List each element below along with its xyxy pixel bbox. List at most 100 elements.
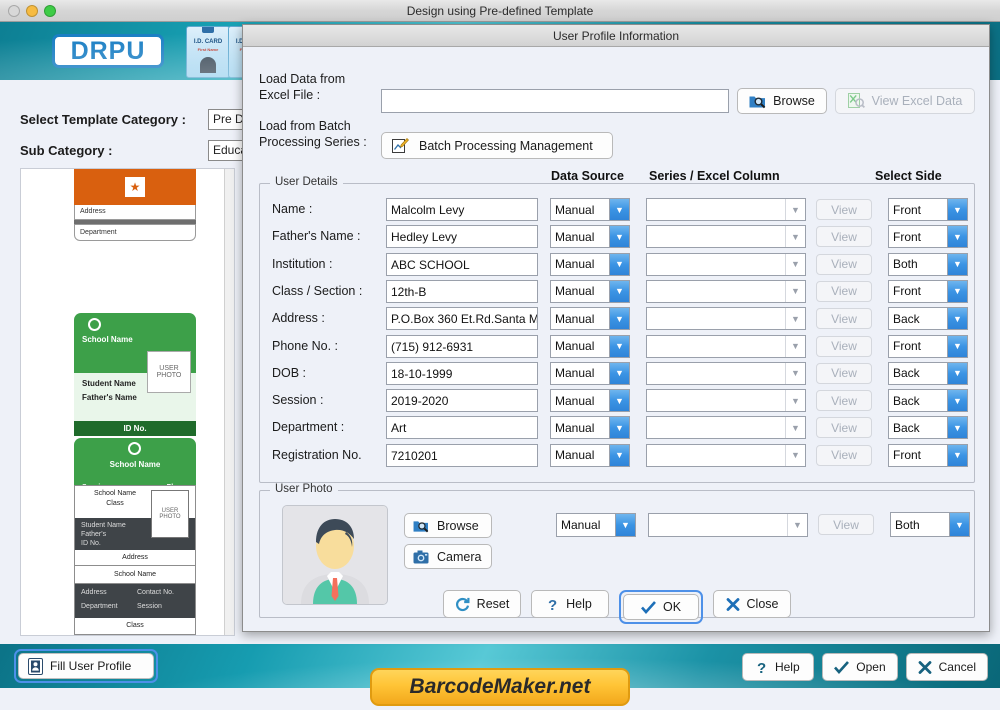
- svg-text:?: ?: [548, 597, 557, 612]
- view-button-6[interactable]: View: [816, 362, 872, 384]
- reset-button[interactable]: Reset: [443, 590, 521, 618]
- data-source-select-8[interactable]: Manual ▼: [550, 416, 630, 440]
- fill-user-profile-button[interactable]: Fill User Profile: [18, 653, 154, 679]
- browse-folder-search-icon: [413, 519, 429, 533]
- view-button-9[interactable]: View: [816, 444, 872, 466]
- template-list-scrollbar[interactable]: [224, 169, 234, 635]
- chevron-down-icon: ▼: [609, 417, 629, 439]
- chevron-down-icon: ▼: [785, 280, 805, 302]
- series-column-select-3[interactable]: ▼: [646, 279, 806, 303]
- refresh-icon: [455, 597, 470, 612]
- chevron-down-icon: ▼: [947, 444, 967, 466]
- photo-select-side-select[interactable]: Both ▼: [890, 512, 970, 537]
- field-label-6: DOB :: [272, 365, 307, 380]
- view-button-3[interactable]: View: [816, 280, 872, 302]
- view-button-4[interactable]: View: [816, 308, 872, 330]
- template-thumbnail-list[interactable]: Session Photo ★ Address Department Schoo…: [20, 168, 235, 636]
- view-excel-data-button[interactable]: View Excel Data: [835, 88, 975, 114]
- view-button-2[interactable]: View: [816, 253, 872, 275]
- field-input-5[interactable]: (715) 912-6931: [386, 334, 538, 358]
- field-input-0[interactable]: Malcolm Levy: [386, 198, 538, 221]
- select-side-select-3[interactable]: Front ▼: [888, 279, 968, 303]
- photo-series-select[interactable]: ▼: [648, 513, 808, 537]
- data-source-select-7[interactable]: Manual ▼: [550, 389, 630, 413]
- series-column-select-8[interactable]: ▼: [646, 416, 806, 440]
- data-source-select-6[interactable]: Manual ▼: [550, 361, 630, 385]
- series-column-select-9[interactable]: ▼: [646, 443, 806, 467]
- select-side-select-8[interactable]: Back ▼: [888, 416, 968, 440]
- logo-circle-icon: [128, 442, 141, 455]
- template-department: Department: [81, 603, 118, 610]
- view-button-1[interactable]: View: [816, 226, 872, 248]
- field-input-3[interactable]: 12th-B: [386, 279, 538, 303]
- select-side-select-9[interactable]: Front ▼: [888, 443, 968, 467]
- template-thumbnail-orange[interactable]: Session Photo ★ Address Department: [74, 169, 196, 241]
- template-thumbnail-grey[interactable]: School Name Class USER PHOTO Student Nam…: [74, 485, 196, 635]
- data-source-select-1[interactable]: Manual ▼: [550, 225, 630, 249]
- view-button-8[interactable]: View: [816, 417, 872, 439]
- field-input-9[interactable]: 7210201: [386, 443, 538, 467]
- chevron-down-icon: ▼: [615, 514, 635, 536]
- photo-view-button[interactable]: View: [818, 514, 874, 535]
- series-column-select-5[interactable]: ▼: [646, 334, 806, 358]
- select-side-select-2[interactable]: Both ▼: [888, 252, 968, 276]
- cancel-button[interactable]: Cancel: [905, 653, 988, 681]
- field-label-0: Name :: [272, 202, 313, 216]
- close-button[interactable]: Close: [713, 590, 791, 618]
- browse-excel-button[interactable]: Browse: [737, 88, 827, 114]
- photo-camera-button[interactable]: Camera: [404, 544, 492, 569]
- select-side-select-5[interactable]: Front ▼: [888, 334, 968, 358]
- template-grey-header: School Name Class USER PHOTO: [75, 486, 195, 538]
- view-excel-data-label: View Excel Data: [871, 94, 963, 108]
- chevron-down-icon: ▼: [609, 253, 629, 275]
- field-input-7[interactable]: 2019-2020: [386, 389, 538, 413]
- view-button-5[interactable]: View: [816, 335, 872, 357]
- data-source-select-4[interactable]: Manual ▼: [550, 307, 630, 331]
- select-side-select-7[interactable]: Back ▼: [888, 389, 968, 413]
- select-side-value-7: Back: [893, 393, 920, 408]
- data-source-select-9[interactable]: Manual ▼: [550, 443, 630, 467]
- field-input-8[interactable]: Art: [386, 416, 538, 440]
- field-input-4[interactable]: P.O.Box 360 Et.Rd.Santa M: [386, 307, 538, 331]
- view-button-7[interactable]: View: [816, 390, 872, 412]
- excel-file-path-input[interactable]: [381, 89, 729, 113]
- photo-data-source-select[interactable]: Manual ▼: [556, 513, 636, 537]
- select-side-select-1[interactable]: Front ▼: [888, 225, 968, 249]
- field-input-1[interactable]: Hedley Levy: [386, 225, 538, 249]
- open-button[interactable]: Open: [822, 653, 898, 681]
- help-button[interactable]: ? Help: [742, 653, 815, 681]
- dialog-help-button[interactable]: ? Help: [531, 590, 609, 618]
- chevron-down-icon: ▼: [609, 199, 629, 220]
- template-user-photo-placeholder: USER PHOTO: [151, 490, 189, 538]
- series-column-select-6[interactable]: ▼: [646, 361, 806, 385]
- template-id-no: ID No.: [74, 421, 196, 436]
- series-column-select-0[interactable]: ▼: [646, 198, 806, 221]
- ok-button-label: OK: [662, 600, 682, 614]
- data-source-select-2[interactable]: Manual ▼: [550, 252, 630, 276]
- field-input-6[interactable]: 18-10-1999: [386, 361, 538, 385]
- select-side-select-4[interactable]: Back ▼: [888, 307, 968, 331]
- field-input-2[interactable]: ABC SCHOOL: [386, 252, 538, 276]
- view-button-0[interactable]: View: [816, 199, 872, 220]
- ok-button[interactable]: OK: [623, 594, 699, 620]
- chevron-down-icon: ▼: [949, 513, 969, 536]
- select-side-value-6: Back: [893, 366, 920, 381]
- template-fathers-name: Father's Name: [82, 393, 137, 402]
- data-source-select-3[interactable]: Manual ▼: [550, 279, 630, 303]
- select-side-select-0[interactable]: Front ▼: [888, 198, 968, 221]
- template-address-label: Address: [74, 205, 196, 220]
- batch-processing-management-button[interactable]: Batch Processing Management: [381, 132, 613, 159]
- chevron-down-icon: ▼: [609, 362, 629, 384]
- data-source-select-5[interactable]: Manual ▼: [550, 334, 630, 358]
- select-side-select-6[interactable]: Back ▼: [888, 361, 968, 385]
- series-column-select-4[interactable]: ▼: [646, 307, 806, 331]
- photo-browse-button[interactable]: Browse: [404, 513, 492, 538]
- data-source-select-0[interactable]: Manual ▼: [550, 198, 630, 221]
- template-school-name-back: School Name: [75, 566, 195, 584]
- series-column-select-2[interactable]: ▼: [646, 252, 806, 276]
- data-source-value-5: Manual: [555, 339, 595, 353]
- series-column-select-1[interactable]: ▼: [646, 225, 806, 249]
- template-school-name: School Name: [93, 490, 137, 497]
- template-school-name: School Name: [82, 335, 133, 344]
- series-column-select-7[interactable]: ▼: [646, 389, 806, 413]
